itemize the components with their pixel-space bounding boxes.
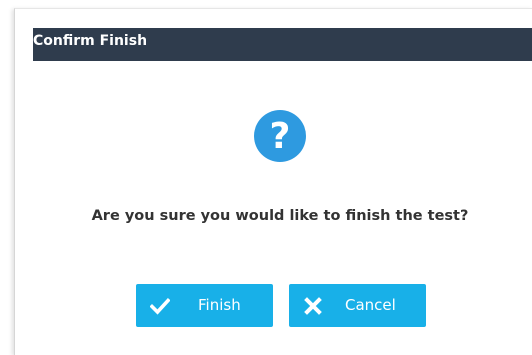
confirm-message: Are you sure you would like to finish th…: [91, 208, 469, 224]
question-circle-icon: ?: [254, 110, 306, 162]
cancel-button[interactable]: Cancel: [289, 284, 426, 327]
svg-text:?: ?: [270, 116, 291, 157]
checkmark-icon: [150, 297, 170, 315]
dialog-header: Confirm Finish: [33, 28, 532, 61]
cancel-button-label: Cancel: [345, 296, 396, 314]
dialog-title: Confirm Finish: [33, 33, 148, 49]
x-icon: [304, 297, 322, 315]
finish-button[interactable]: Finish: [136, 284, 273, 327]
finish-button-label: Finish: [198, 296, 241, 314]
